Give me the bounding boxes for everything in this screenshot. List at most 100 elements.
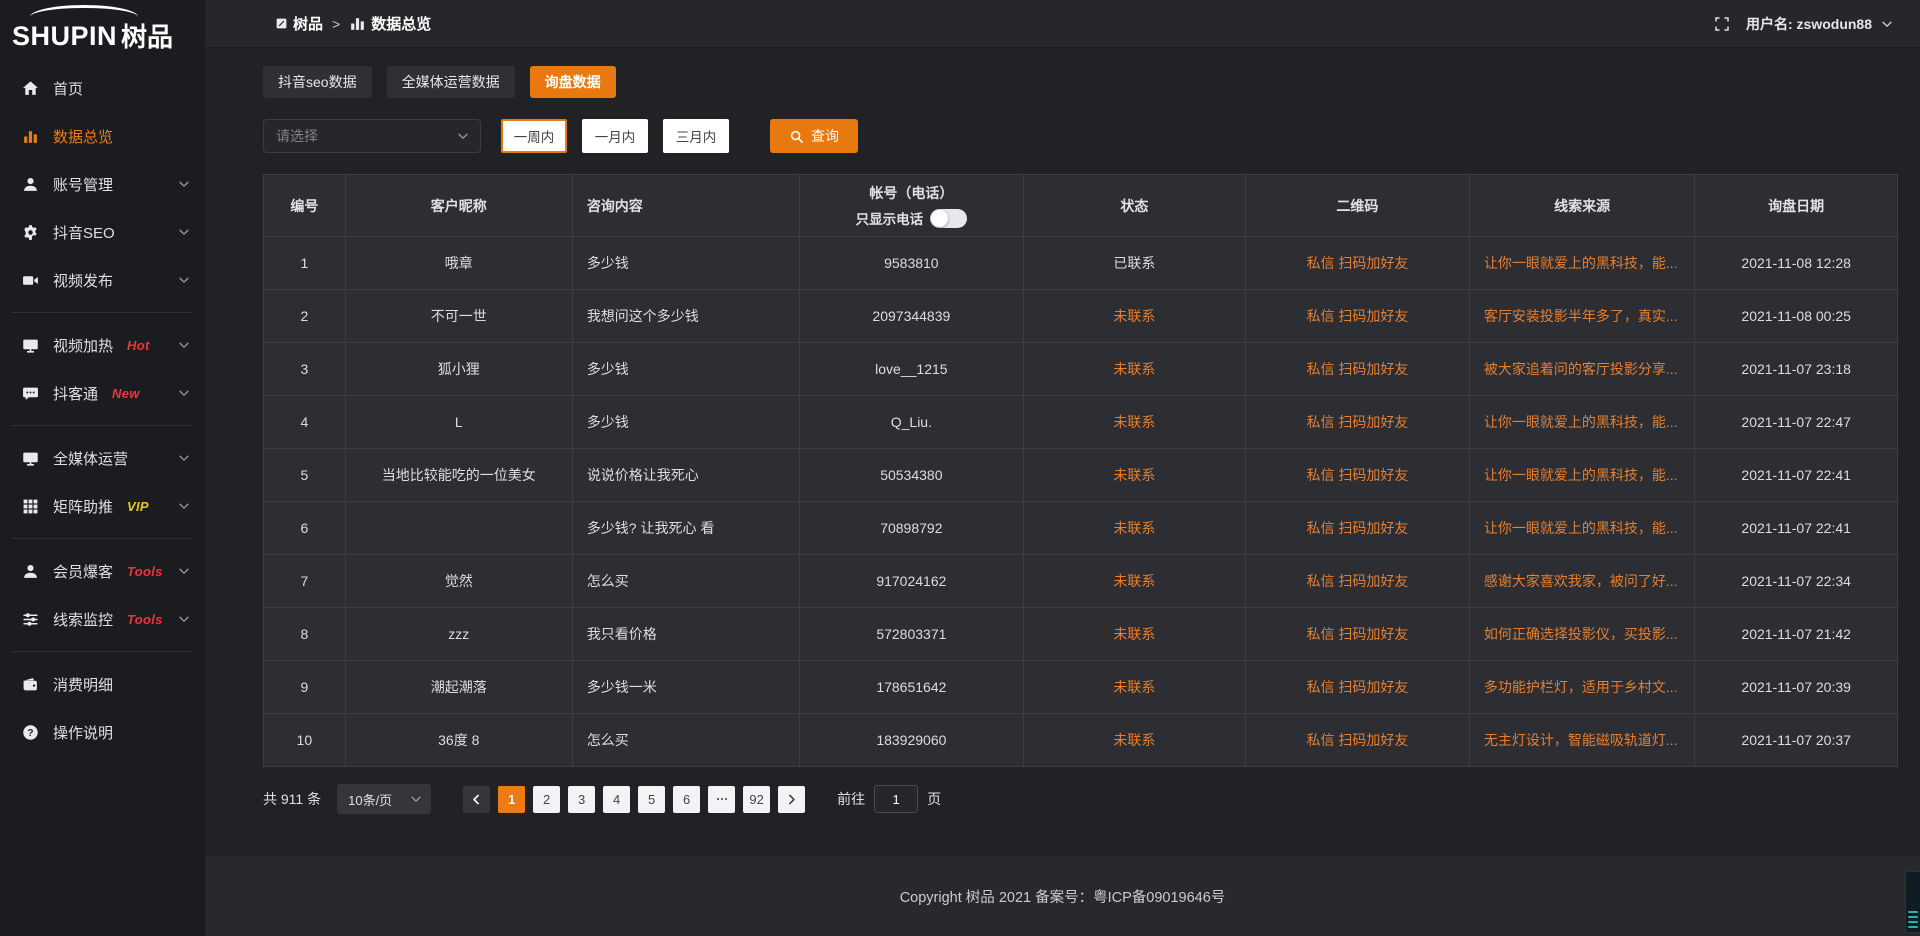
floating-widget[interactable] bbox=[1905, 871, 1920, 933]
sidebar-item-label: 操作说明 bbox=[53, 722, 113, 743]
sidebar-item-account-management[interactable]: 账号管理 bbox=[0, 160, 205, 208]
logo[interactable]: SHUPIN 树品 bbox=[0, 0, 205, 58]
breadcrumb-label: 数据总览 bbox=[371, 13, 431, 34]
grid-icon bbox=[22, 498, 41, 515]
cell-source[interactable]: 如何正确选择投影仪，买投影... bbox=[1469, 608, 1694, 661]
table-row: 9潮起潮落多少钱一米178651642未联系私信 扫码加好友多功能护栏灯，适用于… bbox=[264, 661, 1898, 714]
cell-qrcode[interactable]: 私信 扫码加好友 bbox=[1246, 661, 1470, 714]
sidebar-divider bbox=[12, 651, 193, 652]
sidebar-item-video-heating[interactable]: 视频加热Hot bbox=[0, 321, 205, 369]
page-button-6[interactable]: 6 bbox=[673, 786, 700, 813]
col-source: 线索来源 bbox=[1469, 175, 1694, 237]
next-page-button[interactable] bbox=[778, 786, 805, 813]
tab-0[interactable]: 抖音seo数据 bbox=[263, 66, 372, 98]
cell-source[interactable]: 多功能护栏灯，适用于乡村文... bbox=[1469, 661, 1694, 714]
cell-date: 2021-11-07 23:18 bbox=[1695, 343, 1898, 396]
cell-source[interactable]: 无主灯设计，智能磁吸轨道灯... bbox=[1469, 714, 1694, 767]
table-row: 6多少钱? 让我死心 看70898792未联系私信 扫码加好友让你一眼就爱上的黑… bbox=[264, 502, 1898, 555]
chevron-down-icon bbox=[177, 177, 191, 191]
cell-qrcode[interactable]: 私信 扫码加好友 bbox=[1246, 237, 1470, 290]
period-button-1[interactable]: 一月内 bbox=[582, 119, 648, 153]
cell-date: 2021-11-07 20:37 bbox=[1695, 714, 1898, 767]
cell-id: 3 bbox=[264, 343, 346, 396]
cell-account: 50534380 bbox=[799, 449, 1023, 502]
cell-source[interactable]: 客厅安装投影半年多了，真实... bbox=[1469, 290, 1694, 343]
goto-page: 前往 页 bbox=[837, 785, 941, 813]
phone-only-toggle[interactable] bbox=[930, 209, 967, 228]
cell-source[interactable]: 让你一眼就爱上的黑科技，能... bbox=[1469, 237, 1694, 290]
breadcrumb-item[interactable]: 树品 bbox=[275, 13, 323, 34]
cell-source[interactable]: 让你一眼就爱上的黑科技，能... bbox=[1469, 449, 1694, 502]
sidebar-item-media-operation[interactable]: 全媒体运营 bbox=[0, 434, 205, 482]
period-button-2[interactable]: 三月内 bbox=[663, 119, 729, 153]
page-button-5[interactable]: 5 bbox=[638, 786, 665, 813]
user-icon bbox=[22, 563, 41, 580]
chevron-down-icon bbox=[177, 451, 191, 465]
chevron-down-icon[interactable] bbox=[1880, 17, 1894, 31]
cell-account: love__1215 bbox=[799, 343, 1023, 396]
cell-content: 多少钱一米 bbox=[572, 661, 799, 714]
sidebar-item-member-baoke[interactable]: 会员爆客Tools bbox=[0, 547, 205, 595]
prev-page-button[interactable] bbox=[463, 786, 490, 813]
cell-date: 2021-11-08 00:25 bbox=[1695, 290, 1898, 343]
sidebar-item-consumption-detail[interactable]: 消费明细 bbox=[0, 660, 205, 708]
cell-nickname: zzz bbox=[345, 608, 572, 661]
breadcrumb: 树品>数据总览 bbox=[275, 13, 431, 34]
sidebar-item-label: 抖音SEO bbox=[53, 222, 115, 243]
sidebar-item-data-overview[interactable]: 数据总览 bbox=[0, 112, 205, 160]
more-pages-button[interactable] bbox=[708, 786, 735, 813]
table-row: 3狐小狸多少钱love__1215未联系私信 扫码加好友被大家追着问的客厅投影分… bbox=[264, 343, 1898, 396]
cell-status: 未联系 bbox=[1023, 290, 1245, 343]
cell-qrcode[interactable]: 私信 扫码加好友 bbox=[1246, 343, 1470, 396]
sidebar-item-douyin-seo[interactable]: 抖音SEO bbox=[0, 208, 205, 256]
video-icon bbox=[22, 272, 41, 289]
sidebar-item-badge: VIP bbox=[127, 499, 149, 514]
tab-1[interactable]: 全媒体运营数据 bbox=[387, 66, 515, 98]
copyright-text: Copyright 树品 2021 备案号：粤ICP备09019646号 bbox=[900, 886, 1226, 907]
query-button[interactable]: 查询 bbox=[770, 119, 858, 153]
sidebar-item-badge: New bbox=[112, 386, 140, 401]
cell-source[interactable]: 让你一眼就爱上的黑科技，能... bbox=[1469, 396, 1694, 449]
account-select[interactable]: 请选择 bbox=[263, 119, 481, 153]
page-button-1[interactable]: 1 bbox=[498, 786, 525, 813]
tab-2[interactable]: 询盘数据 bbox=[530, 66, 616, 98]
cell-content: 多少钱 bbox=[572, 396, 799, 449]
home-icon bbox=[22, 80, 41, 97]
sidebar-item-clue-monitor[interactable]: 线索监控Tools bbox=[0, 595, 205, 643]
cell-source[interactable]: 让你一眼就爱上的黑科技，能... bbox=[1469, 502, 1694, 555]
sidebar-item-video-publish[interactable]: 视频发布 bbox=[0, 256, 205, 304]
cell-qrcode[interactable]: 私信 扫码加好友 bbox=[1246, 396, 1470, 449]
sidebar-divider bbox=[12, 538, 193, 539]
col-qrcode: 二维码 bbox=[1246, 175, 1470, 237]
username[interactable]: 用户名: zswodun88 bbox=[1746, 14, 1872, 34]
period-button-0[interactable]: 一周内 bbox=[501, 119, 567, 153]
monitor-icon bbox=[22, 450, 41, 467]
page-button-3[interactable]: 3 bbox=[568, 786, 595, 813]
cell-account: 9583810 bbox=[799, 237, 1023, 290]
cell-account: 70898792 bbox=[799, 502, 1023, 555]
app-root: SHUPIN 树品 首页数据总览账号管理抖音SEO视频发布视频加热Hot抖客通N… bbox=[0, 0, 1920, 936]
sidebar-item-label: 全媒体运营 bbox=[53, 448, 128, 469]
cell-qrcode[interactable]: 私信 扫码加好友 bbox=[1246, 502, 1470, 555]
sidebar-item-home[interactable]: 首页 bbox=[0, 64, 205, 112]
sidebar-divider bbox=[12, 312, 193, 313]
cell-source[interactable]: 被大家追着问的客厅投影分享... bbox=[1469, 343, 1694, 396]
cell-qrcode[interactable]: 私信 扫码加好友 bbox=[1246, 555, 1470, 608]
sidebar-item-badge: Tools bbox=[127, 612, 163, 627]
cell-date: 2021-11-07 21:42 bbox=[1695, 608, 1898, 661]
sidebar-item-matrix-boost[interactable]: 矩阵助推VIP bbox=[0, 482, 205, 530]
page-button-2[interactable]: 2 bbox=[533, 786, 560, 813]
cell-qrcode[interactable]: 私信 扫码加好友 bbox=[1246, 714, 1470, 767]
cell-qrcode[interactable]: 私信 扫码加好友 bbox=[1246, 290, 1470, 343]
sidebar-item-douketong[interactable]: 抖客通New bbox=[0, 369, 205, 417]
page-button-92[interactable]: 92 bbox=[743, 786, 770, 813]
goto-page-input[interactable] bbox=[874, 785, 918, 813]
fullscreen-icon[interactable] bbox=[1714, 16, 1730, 32]
cell-qrcode[interactable]: 私信 扫码加好友 bbox=[1246, 449, 1470, 502]
breadcrumb-item[interactable]: 数据总览 bbox=[349, 13, 431, 34]
cell-source[interactable]: 感谢大家喜欢我家，被问了好... bbox=[1469, 555, 1694, 608]
sidebar-item-operation-guide[interactable]: ?操作说明 bbox=[0, 708, 205, 756]
page-size-select[interactable]: 10条/页 bbox=[337, 784, 431, 814]
page-button-4[interactable]: 4 bbox=[603, 786, 630, 813]
cell-qrcode[interactable]: 私信 扫码加好友 bbox=[1246, 608, 1470, 661]
